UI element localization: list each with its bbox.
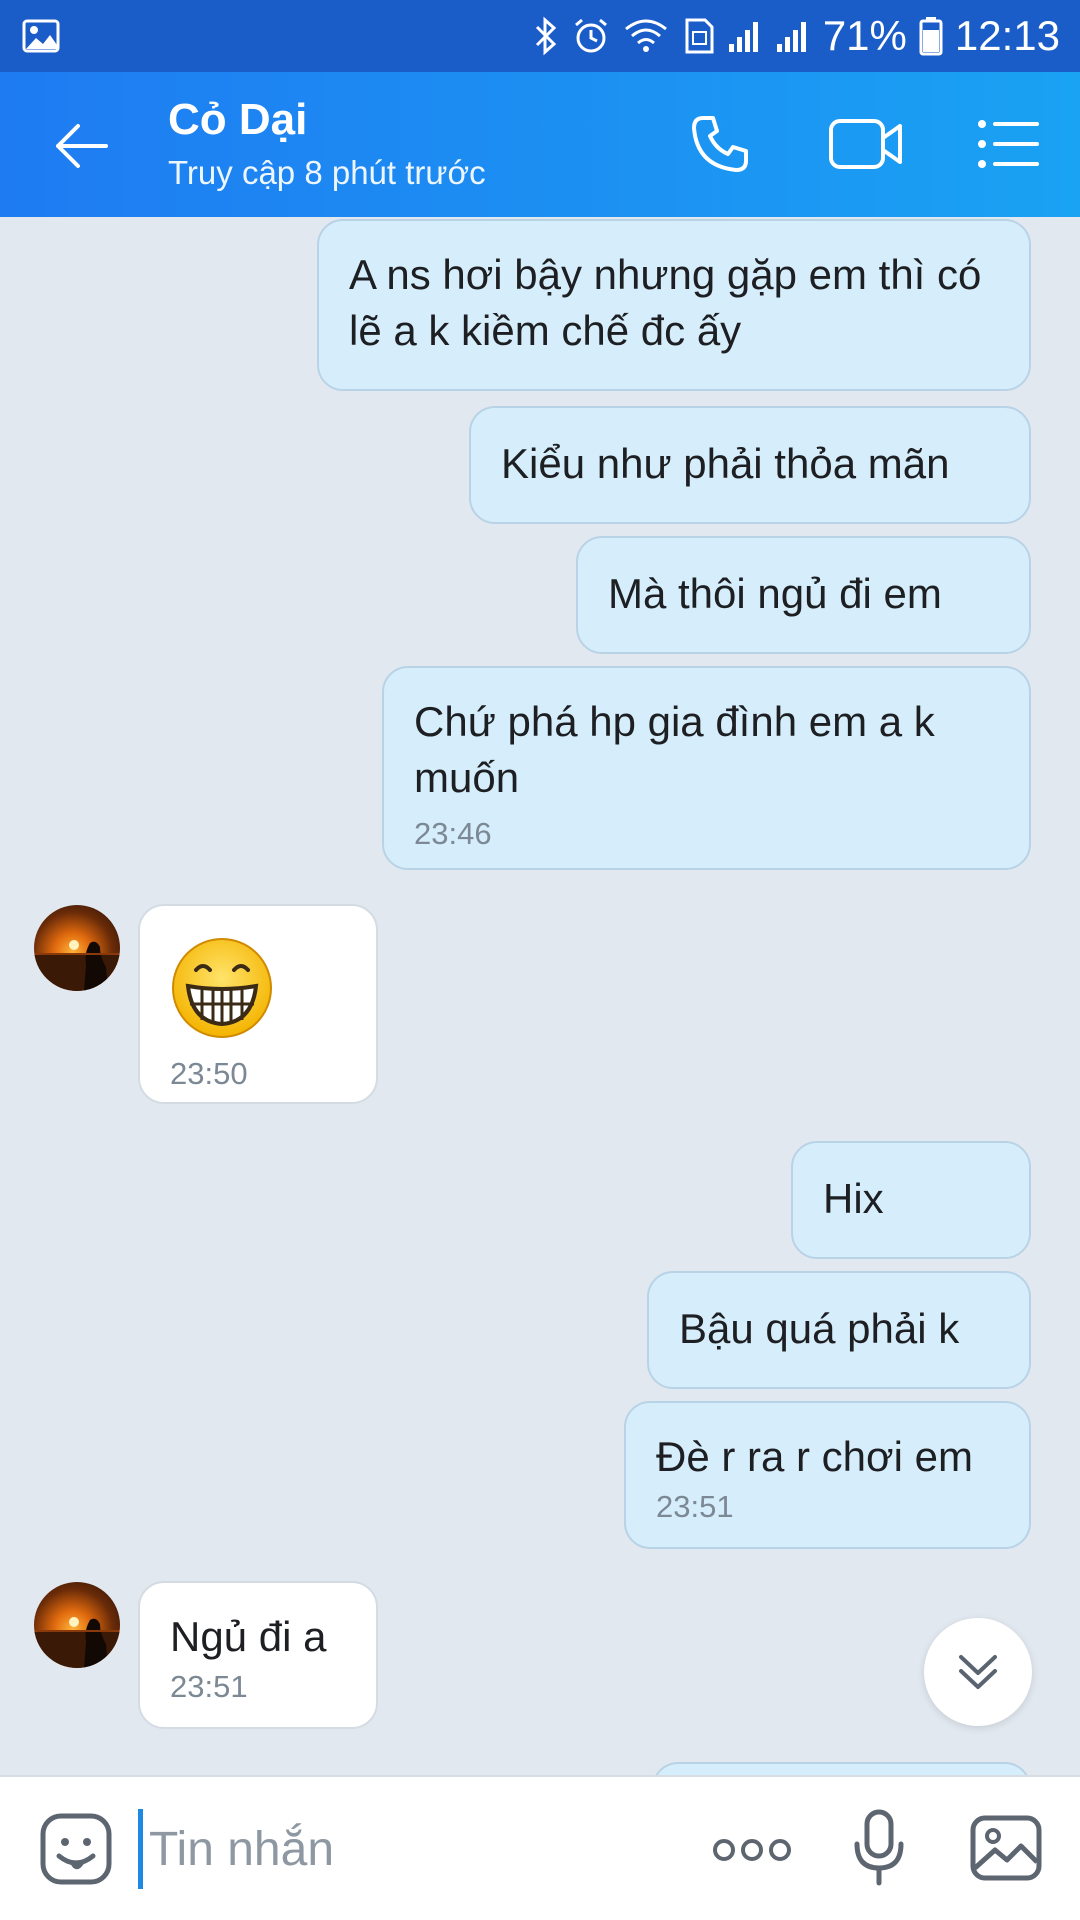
video-camera-icon — [829, 119, 902, 169]
sim-card-icon — [681, 17, 715, 55]
message-bubble-outgoing[interactable]: Hix — [791, 1141, 1031, 1259]
battery-icon — [919, 16, 943, 56]
message-bubble-outgoing[interactable]: Đè r ra r chơi em 23:51 — [624, 1401, 1031, 1549]
message-bubble-outgoing[interactable]: Kiểu như phải thỏa mãn — [469, 406, 1031, 524]
message-time: 23:46 — [414, 816, 492, 851]
message-text: Ngủ đi a — [170, 1613, 327, 1660]
send-photo-button[interactable] — [968, 1813, 1044, 1883]
voice-call-button[interactable] — [688, 112, 752, 176]
bluetooth-icon — [533, 16, 559, 56]
double-chevron-down-icon — [959, 1655, 997, 1689]
message-bubble-outgoing[interactable]: Chứ phá hp gia đình em a k muốn 23:46 — [382, 666, 1031, 870]
message-text: Chứ phá hp gia đình em a k muốn — [414, 698, 935, 801]
grinning-face-emoji — [172, 938, 272, 1038]
more-options-button[interactable] — [712, 1825, 792, 1875]
status-bar: 71% 12:13 — [0, 0, 1080, 72]
message-bubble-outgoing[interactable]: A ns hơi bậy nhưng gặp em thì có lẽ a k … — [317, 219, 1031, 391]
message-text: Mà thôi ngủ đi em — [608, 570, 942, 617]
message-bubble-outgoing[interactable]: Mà thôi ngủ đi em — [576, 536, 1031, 654]
gallery-notification-icon — [22, 19, 60, 53]
message-text: Bậu quá phải k — [679, 1305, 960, 1352]
chat-menu-button[interactable] — [976, 112, 1040, 176]
message-bubble-outgoing[interactable]: Bậu quá phải k — [647, 1271, 1031, 1389]
message-time: 23:51 — [656, 1489, 734, 1524]
image-icon — [970, 1815, 1042, 1881]
signal-2-icon — [775, 18, 811, 54]
video-call-button[interactable] — [826, 112, 906, 176]
last-seen-status: Truy cập 8 phút trước — [168, 154, 486, 191]
list-menu-icon — [978, 120, 1039, 168]
signal-1-icon — [727, 18, 763, 54]
arrow-left-icon — [56, 124, 108, 168]
smiley-sticker-icon — [40, 1813, 112, 1885]
alarm-icon — [571, 16, 611, 56]
message-time: 23:51 — [170, 1669, 248, 1704]
chat-header: Cỏ Dại Truy cập 8 phút trước — [0, 72, 1080, 217]
contact-avatar[interactable] — [34, 905, 120, 991]
contact-name: Cỏ Dại — [168, 95, 308, 144]
message-text: Đè r ra r chơi em — [656, 1433, 973, 1480]
message-list[interactable]: A ns hơi bậy nhưng gặp em thì có lẽ a k … — [0, 217, 1080, 1775]
battery-percent: 71% — [822, 12, 907, 59]
back-button[interactable] — [50, 116, 110, 176]
message-bubble-incoming[interactable]: 23:50 — [138, 904, 378, 1104]
contact-info[interactable]: Cỏ Dại Truy cập 8 phút trước — [168, 92, 486, 196]
message-time: 23:50 — [170, 1056, 248, 1091]
message-text: Hix — [823, 1175, 884, 1222]
phone-icon — [692, 116, 748, 172]
clock: 12:13 — [954, 12, 1060, 59]
wifi-icon — [623, 17, 669, 55]
microphone-icon — [854, 1809, 904, 1886]
message-composer — [0, 1775, 1080, 1920]
message-input[interactable] — [138, 1809, 658, 1889]
message-text: A ns hơi bậy nhưng gặp em thì có lẽ a k … — [349, 251, 982, 354]
message-bubble-outgoing-partial[interactable] — [652, 1762, 1031, 1775]
contact-avatar[interactable] — [34, 1582, 120, 1668]
message-bubble-incoming[interactable]: Ngủ đi a 23:51 — [138, 1581, 378, 1729]
more-dots-icon — [713, 1839, 791, 1861]
message-text: Kiểu như phải thỏa mãn — [501, 440, 950, 487]
scroll-to-bottom-button[interactable] — [924, 1618, 1032, 1726]
sticker-button[interactable] — [38, 1811, 114, 1887]
voice-message-button[interactable] — [850, 1807, 908, 1889]
